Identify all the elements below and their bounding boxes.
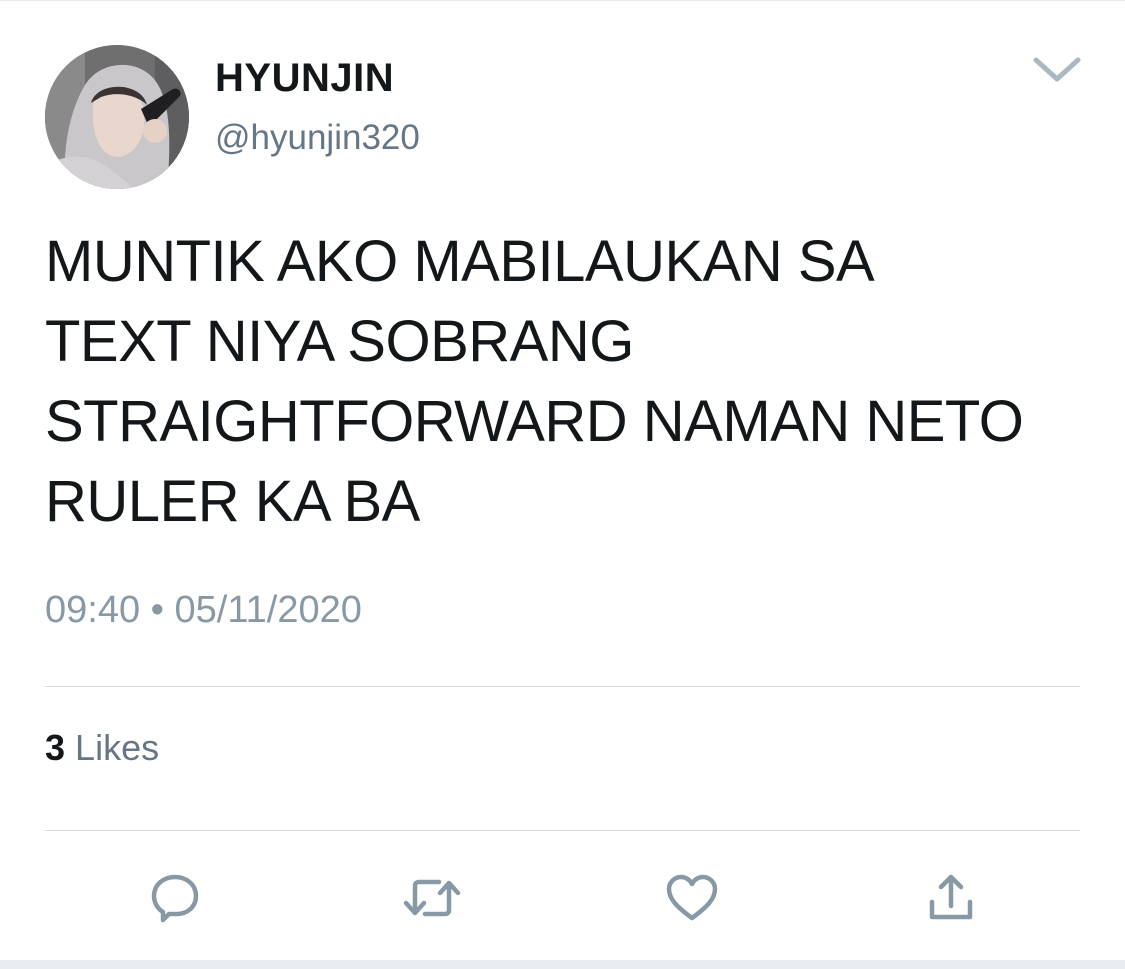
avatar-photo xyxy=(45,45,189,189)
chevron-down-icon[interactable] xyxy=(1030,52,1084,86)
user-handle[interactable]: @hyunjin320 xyxy=(215,117,420,159)
heart-icon xyxy=(666,874,718,921)
display-name[interactable]: HYUNJIN xyxy=(215,55,394,101)
bottom-bar xyxy=(0,960,1125,969)
tweet-card: HYUNJIN @hyunjin320 MUNTIK AKO MABILAUKA… xyxy=(0,0,1125,960)
likes-label: Likes xyxy=(75,727,160,768)
avatar[interactable] xyxy=(45,45,189,189)
share-icon xyxy=(929,874,973,920)
likes-stat[interactable]: 3 Likes xyxy=(45,726,159,770)
share-button[interactable] xyxy=(921,870,981,926)
tweet-timestamp[interactable]: 09:40 • 05/11/2020 xyxy=(45,586,362,634)
reply-icon xyxy=(151,874,199,923)
divider xyxy=(45,830,1080,831)
retweet-button[interactable] xyxy=(402,870,462,926)
divider xyxy=(45,686,1080,687)
tweet-text: MUNTIK AKO MABILAUKAN SA TEXT NIYA SOBRA… xyxy=(45,229,1024,534)
reply-button[interactable] xyxy=(145,870,205,926)
retweet-icon xyxy=(403,879,461,917)
likes-count: 3 xyxy=(45,727,66,768)
like-button[interactable] xyxy=(662,870,722,926)
